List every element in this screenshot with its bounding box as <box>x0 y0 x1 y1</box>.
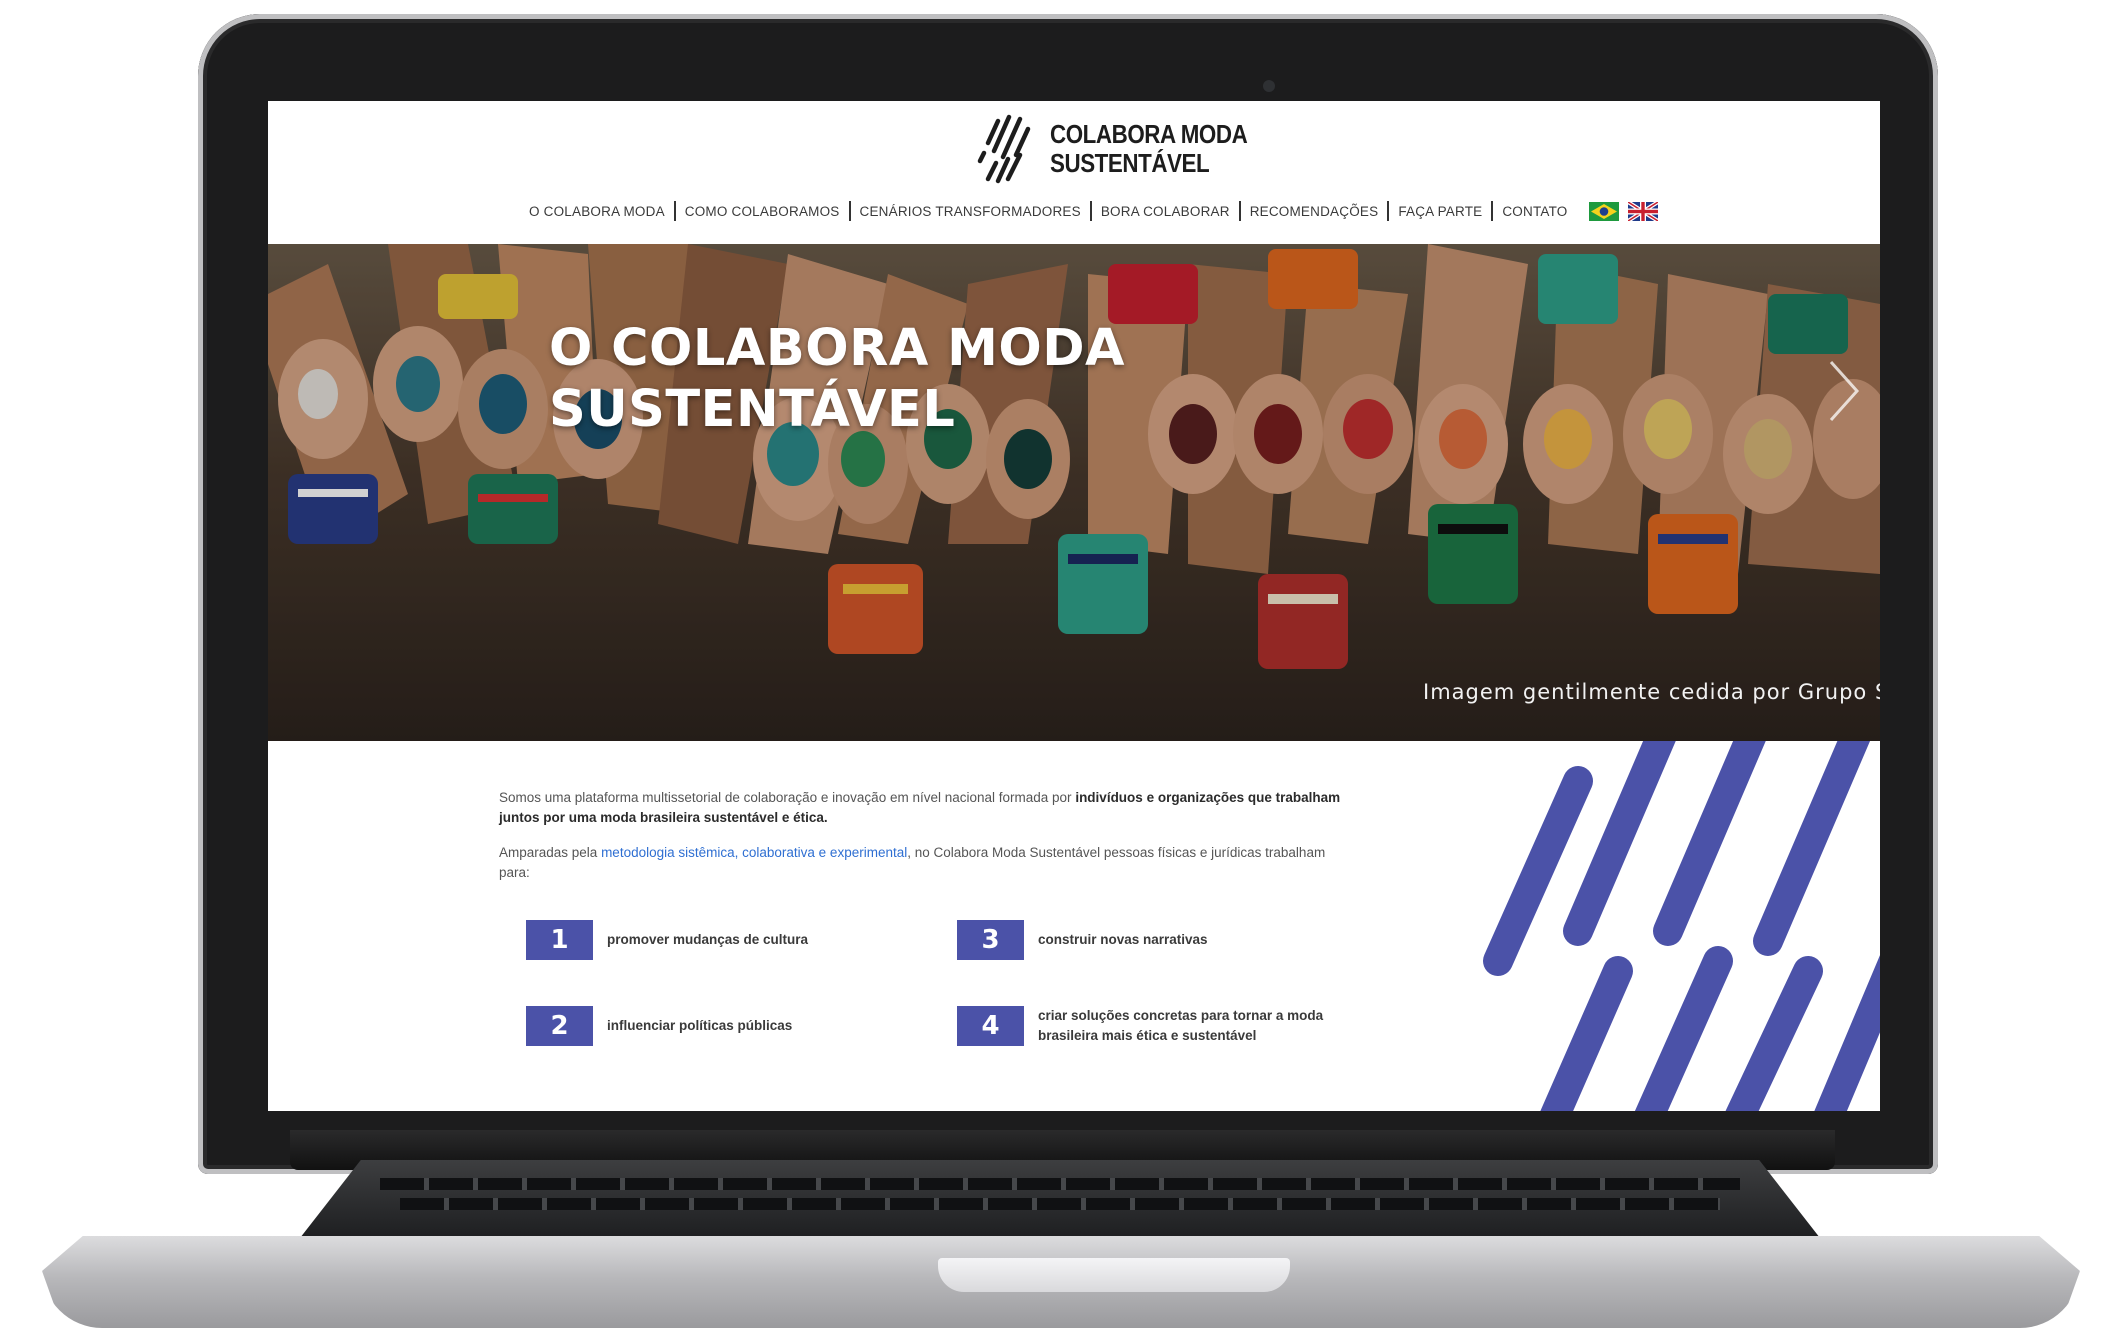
goal-item: 1 promover mudanças de cultura <box>526 920 937 960</box>
nav-item-cenarios-transformadores[interactable]: CENÁRIOS TRANSFORMADORES <box>851 204 1090 219</box>
intro-text: Somos uma plataforma multissetorial de c… <box>499 788 1359 898</box>
hero-title: O COLABORA MODA SUSTENTÁVEL <box>549 318 1125 440</box>
goal-text: criar soluções concretas para tornar a m… <box>1038 1008 1324 1043</box>
goal-number: 2 <box>526 1006 593 1046</box>
logo-line1: COLABORA MODA <box>1050 119 1248 149</box>
logo-line2: SUSTENTÁVEL <box>1050 148 1210 178</box>
nav-item-como-colaboramos[interactable]: COMO COLABORAMOS <box>676 204 849 219</box>
goal-item: 4 criar soluções concretas para tornar a… <box>957 1006 1368 1046</box>
nav-item-o-colabora-moda[interactable]: O COLABORA MODA <box>520 204 674 219</box>
goal-item: 2 influenciar políticas públicas <box>526 1006 937 1046</box>
hero-title-line2: SUSTENTÁVEL <box>549 380 956 439</box>
language-switcher <box>1588 201 1658 221</box>
goal-text: construir novas narrativas <box>1038 932 1208 947</box>
flag-uk-icon[interactable] <box>1627 201 1658 221</box>
hero-title-line1: O COLABORA MODA <box>549 319 1125 378</box>
chevron-right-icon[interactable] <box>1823 356 1863 426</box>
site-logo[interactable]: COLABORA MODA SUSTENTÁVEL <box>976 113 1279 185</box>
intro-p2-before: Amparadas pela <box>499 845 602 860</box>
logo-wordmark: COLABORA MODA SUSTENTÁVEL <box>1050 119 1248 178</box>
intro-p1-text: Somos uma plataforma multissetorial de c… <box>499 790 1076 805</box>
decorative-stripes-graphic <box>1483 741 1880 1111</box>
about-section: Somos uma plataforma multissetorial de c… <box>268 741 1880 1111</box>
goal-number: 4 <box>957 1006 1024 1046</box>
site-header: COLABORA MODA SUSTENTÁVEL O COLABORA MOD… <box>268 101 1880 244</box>
laptop-notch <box>938 1258 1290 1292</box>
goal-text: influenciar políticas públicas <box>607 1018 793 1033</box>
goal-number: 3 <box>957 920 1024 960</box>
intro-paragraph-2: Amparadas pela metodologia sistêmica, co… <box>499 843 1359 883</box>
goal-number: 1 <box>526 920 593 960</box>
nav-item-faca-parte[interactable]: FAÇA PARTE <box>1389 204 1491 219</box>
keyboard-row <box>380 1178 1740 1190</box>
methodology-link[interactable]: metodologia sistêmica, colaborativa e ex… <box>601 845 907 860</box>
nav-item-contato[interactable]: CONTATO <box>1493 204 1576 219</box>
keyboard-row <box>400 1198 1720 1210</box>
intro-paragraph-1: Somos uma plataforma multissetorial de c… <box>499 788 1359 828</box>
hero-image-credit: Imagem gentilmente cedida por Grupo S <box>1423 680 1880 704</box>
camera-icon <box>1263 80 1275 92</box>
logo-stripes-icon <box>977 114 1031 184</box>
goal-text: promover mudanças de cultura <box>607 932 809 947</box>
flag-brazil-icon[interactable] <box>1588 201 1619 221</box>
nav-item-bora-colaborar[interactable]: BORA COLABORAR <box>1092 204 1239 219</box>
nav-item-recomendacoes[interactable]: RECOMENDAÇÕES <box>1241 204 1388 219</box>
website-screen: COLABORA MODA SUSTENTÁVEL O COLABORA MOD… <box>268 101 1880 1111</box>
hero-banner: O COLABORA MODA SUSTENTÁVEL Imagem genti… <box>268 244 1880 741</box>
main-nav: O COLABORA MODA COMO COLABORAMOS CENÁRIO… <box>520 200 1658 222</box>
goal-item: 3 construir novas narrativas <box>957 920 1368 960</box>
